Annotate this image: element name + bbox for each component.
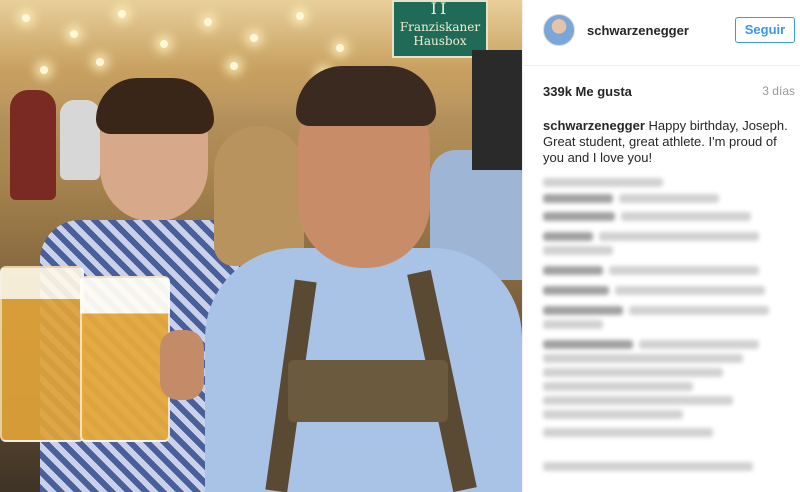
young-man-hair <box>96 78 214 134</box>
caption-username[interactable]: schwarzenegger <box>543 118 645 133</box>
follow-button[interactable]: Seguir <box>735 17 795 43</box>
likes-count[interactable]: 339k Me gusta <box>543 84 632 99</box>
blurred-comments <box>543 172 791 492</box>
post-photo: II Franziskaner Hausbox <box>0 0 522 492</box>
sign-line-1: Franziskaner <box>399 20 481 34</box>
avatar[interactable] <box>543 14 575 46</box>
older-man-hair <box>296 66 436 126</box>
beer-mug-left <box>0 266 84 442</box>
post-stats: 339k Me gusta 3 días <box>543 84 795 100</box>
post-time[interactable]: 3 días <box>762 84 795 98</box>
sign-line-2: Hausbox <box>413 34 467 48</box>
post-caption: schwarzenegger Happy birthday, Joseph. G… <box>543 118 791 166</box>
post-side-panel: schwarzenegger Seguir 339k Me gusta 3 dí… <box>522 0 800 492</box>
woman-hair <box>214 126 304 266</box>
sign-mark: II <box>430 0 450 18</box>
hand <box>160 330 204 400</box>
beer-mug-right <box>80 276 170 442</box>
suspender-chestpiece <box>288 360 448 422</box>
username[interactable]: schwarzenegger <box>587 23 689 38</box>
post-header: schwarzenegger Seguir <box>523 0 800 66</box>
